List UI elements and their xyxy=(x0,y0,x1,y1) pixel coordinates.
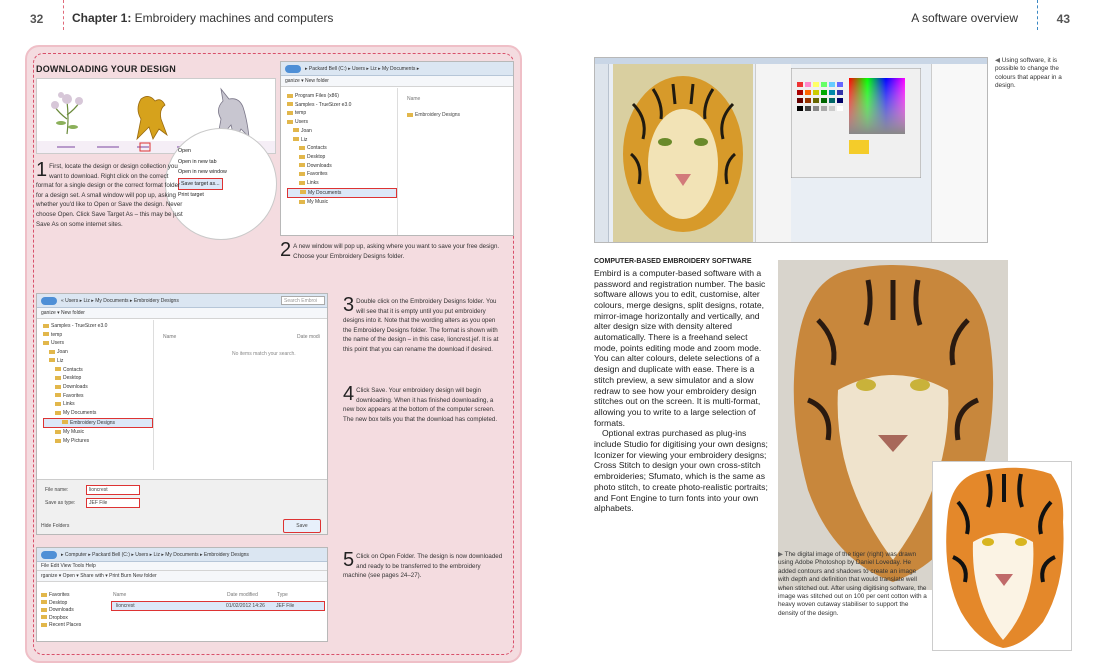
right-page-number: 43 xyxy=(1056,12,1070,26)
tree-item[interactable]: Samples - TrueSizer e3.0 xyxy=(43,322,153,331)
menu-item-open[interactable]: Open xyxy=(178,146,258,157)
header-divider xyxy=(63,0,64,30)
column-header-name[interactable]: Name xyxy=(407,96,420,102)
address-bar[interactable]: ▸ Packard Bell (C:) ▸ Users ▸ Liz ▸ My D… xyxy=(281,62,513,76)
header-divider xyxy=(1037,0,1038,30)
search-input[interactable]: Search Embroi xyxy=(281,296,325,305)
tree-item[interactable]: Users xyxy=(287,118,397,127)
tree-item[interactable]: Favorites xyxy=(41,592,101,600)
tree-item[interactable]: Liz xyxy=(287,136,397,145)
tree-item[interactable]: My Pictures xyxy=(43,437,153,446)
tree-item[interactable]: Favorites xyxy=(287,170,397,179)
explorer-window-3: ▸ Computer ▸ Packard Bell (C:) ▸ Users ▸… xyxy=(36,547,328,642)
address-bar[interactable]: ▸ Computer ▸ Packard Bell (C:) ▸ Users ▸… xyxy=(37,548,327,562)
tree-item[interactable]: My Music xyxy=(287,198,397,207)
tree-item[interactable]: Joan xyxy=(287,127,397,136)
tree-item-my-documents[interactable]: My Documents xyxy=(287,187,397,199)
digital-tiger-image xyxy=(932,461,1072,651)
panel-title: DOWNLOADING YOUR DESIGN xyxy=(36,64,176,74)
back-forward-icon[interactable] xyxy=(285,65,301,73)
column-header-name[interactable]: Name xyxy=(113,592,126,598)
color-picker-dialog xyxy=(791,68,921,178)
tree-item[interactable]: Contacts xyxy=(43,366,153,375)
tree-item[interactable]: Samples - TrueSizer e3.0 xyxy=(287,101,397,110)
file-name-input[interactable]: lioncrest xyxy=(86,485,140,495)
tree-item[interactable]: Joan xyxy=(43,348,153,357)
tree-item[interactable]: My Music xyxy=(43,428,153,437)
tree-item[interactable]: Links xyxy=(287,179,397,188)
caption-bottom: ▶ The digital image of the tiger (right)… xyxy=(778,551,927,617)
left-page-header: 32 Chapter 1: Embroidery machines and co… xyxy=(0,0,550,34)
tree-item[interactable]: temp xyxy=(287,109,397,118)
tree-item[interactable]: Users xyxy=(43,339,153,348)
tree-item[interactable]: Contacts xyxy=(287,144,397,153)
empty-folder-message: No items match your search. xyxy=(232,351,296,357)
tree-item[interactable]: Recent Places xyxy=(41,622,101,630)
save-as-dialog: « Users ▸ Liz ▸ My Documents ▸ Embroider… xyxy=(36,293,328,535)
context-menu: Open Open in new tab Open in new window … xyxy=(178,146,258,201)
explorer-toolbar[interactable]: ganize ▾ New folder xyxy=(37,308,327,319)
tree-item[interactable]: Downloads xyxy=(287,162,397,171)
menu-bar[interactable]: File Edit View Tools Help xyxy=(37,562,327,571)
tree-item[interactable]: My Documents xyxy=(43,409,153,418)
tree-item[interactable]: Liz xyxy=(43,357,153,366)
explorer-toolbar[interactable]: rganize ▾ Open ▾ Share with ▾ Print Burn… xyxy=(37,571,327,582)
back-forward-icon[interactable] xyxy=(41,551,57,559)
paragraph-2: Optional extras purchased as plug-ins in… xyxy=(594,428,768,514)
explorer-window-1: ▸ Packard Bell (C:) ▸ Users ▸ Liz ▸ My D… xyxy=(280,61,514,236)
tree-item[interactable]: Favorites xyxy=(43,392,153,401)
hide-folders-toggle[interactable]: Hide Folders xyxy=(41,523,69,529)
explorer-toolbar[interactable]: ganize ▾ New folder xyxy=(281,76,513,87)
folder-item-embroidery-designs[interactable]: Embroidery Designs xyxy=(407,112,460,118)
favorites-tree: Favorites Desktop Downloads Dropbox Rece… xyxy=(41,592,101,630)
chapter-title: Chapter 1: Embroidery machines and compu… xyxy=(72,11,334,25)
column-header-name[interactable]: Name xyxy=(163,334,176,340)
save-type-label: Save as type: xyxy=(45,500,76,506)
step-4: 4 Click Save. Your embroidery design will… xyxy=(343,383,498,423)
article-body: COMPUTER-BASED EMBROIDERY SOFTWARE Embir… xyxy=(594,258,769,514)
menu-item-open-new-window[interactable]: Open in new window xyxy=(178,167,258,178)
save-button[interactable]: Save xyxy=(283,519,321,533)
embird-screenshot xyxy=(594,57,988,243)
column-header-type[interactable]: Type xyxy=(277,592,288,598)
step-2: 2A new window will pop up, asking where … xyxy=(280,239,500,261)
article-heading: COMPUTER-BASED EMBROIDERY SOFTWARE xyxy=(594,258,752,265)
menu-item-print-target[interactable]: Print target xyxy=(178,190,258,201)
back-forward-icon[interactable] xyxy=(41,297,57,305)
tree-item[interactable]: Downloads xyxy=(41,607,101,615)
tree-item[interactable]: Dropbox xyxy=(41,615,101,623)
file-name-label: File name: xyxy=(45,487,69,493)
column-header-date[interactable]: Date modified xyxy=(227,592,258,598)
folder-tree: Samples - TrueSizer e3.0 temp Users Joan… xyxy=(43,322,153,446)
left-page-number: 32 xyxy=(30,12,44,26)
folder-tree: Program Files (x86) Samples - TrueSizer … xyxy=(287,92,397,207)
paragraph-1: Embird is a computer-based software with… xyxy=(594,267,766,428)
tree-item[interactable]: Links xyxy=(43,400,153,409)
tree-item[interactable]: Downloads xyxy=(43,383,153,392)
step-1: 1 First, locate the design or design coll… xyxy=(36,159,183,228)
address-bar[interactable]: « Users ▸ Liz ▸ My Documents ▸ Embroider… xyxy=(37,294,327,308)
menu-item-open-new-tab[interactable]: Open in new tab xyxy=(178,157,258,168)
tree-item[interactable]: Program Files (x86) xyxy=(287,92,397,101)
file-row-lioncrest[interactable]: lioncrest 01/02/2012 14:26 JEF File xyxy=(111,601,325,611)
tree-item-embroidery-designs[interactable]: Embroidery Designs xyxy=(43,417,153,429)
tiger-embroidery-preview xyxy=(613,64,753,242)
tree-item[interactable]: Desktop xyxy=(41,600,101,608)
tree-item[interactable]: Desktop xyxy=(43,374,153,383)
save-type-select[interactable]: JEF File xyxy=(86,498,140,508)
column-header-date[interactable]: Date modi xyxy=(297,334,320,340)
right-page-header: A software overview 43 xyxy=(550,0,1100,34)
tree-item[interactable]: Desktop xyxy=(287,153,397,162)
caption-top: ◀ Using software, it is possible to chan… xyxy=(995,57,1062,90)
section-title: A software overview xyxy=(911,11,1018,25)
step-3: 3 Double click on the Embroidery Designs … xyxy=(343,294,499,353)
tree-item[interactable]: temp xyxy=(43,331,153,340)
step-5: 5 Click on Open Folder. The design is now… xyxy=(343,549,503,580)
